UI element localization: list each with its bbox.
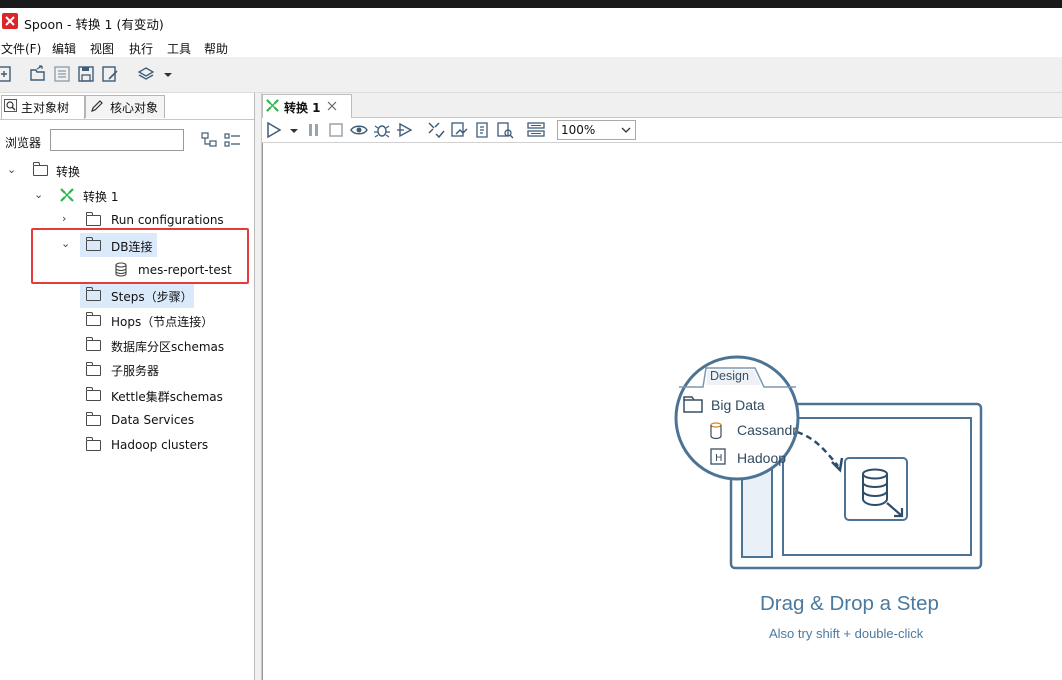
impact-icon[interactable] (450, 121, 468, 139)
folder-icon (85, 362, 101, 376)
folder-icon (85, 212, 101, 226)
preview-eye-icon[interactable] (350, 121, 368, 139)
tree-item-run-configurations[interactable]: Run configurations (111, 213, 224, 227)
illustration-big-data: Big Data (711, 397, 765, 413)
drag-drop-subtitle: Also try shift + double-click (769, 626, 924, 641)
tree-item-data-services[interactable]: Data Services (111, 413, 194, 427)
tab-main-tree-label: 主对象树 (21, 101, 70, 115)
illustration-hadoop-clip: Hadoop (737, 450, 789, 470)
chevron-down-icon[interactable]: ⌄ (34, 188, 43, 201)
search-input[interactable] (50, 129, 184, 151)
stop-icon[interactable] (328, 121, 344, 139)
run-options-chevron-icon[interactable] (288, 121, 300, 139)
main-toolbar (0, 57, 1062, 93)
save-as-icon[interactable] (101, 65, 119, 83)
illustration-hadoop: Hadoop (737, 450, 787, 466)
chevron-down-icon[interactable]: ⌄ (7, 163, 16, 176)
zoom-value: 100% (561, 123, 596, 137)
left-panel (0, 93, 255, 680)
chevron-down-icon (621, 124, 631, 136)
folder-icon (85, 437, 101, 451)
tree-item-partition-schemas[interactable]: 数据库分区schemas (111, 338, 224, 355)
debug-bug-icon[interactable] (373, 121, 391, 139)
menu-help[interactable]: 帮助 (204, 40, 228, 57)
browser-label: 浏览器 (5, 136, 42, 150)
pause-icon[interactable] (306, 121, 322, 139)
menu-view[interactable]: 视图 (90, 40, 114, 57)
folder-icon (85, 412, 101, 426)
run-icon[interactable] (265, 121, 283, 139)
replay-icon[interactable] (396, 121, 414, 139)
transformation-icon (265, 98, 280, 113)
spoon-app-icon (2, 13, 18, 29)
svg-text:H: H (715, 453, 723, 464)
collapse-all-icon[interactable] (201, 132, 217, 148)
explore-repository-icon[interactable] (53, 65, 71, 83)
sql-script-icon[interactable] (473, 121, 491, 139)
transformation-icon (59, 187, 75, 203)
window-title: Spoon - 转换 1 (有变动) (24, 17, 164, 32)
drag-drop-illustration: H (672, 355, 992, 580)
new-file-icon[interactable] (0, 65, 14, 83)
canvas-tab-label: 转换 1 (284, 101, 321, 115)
tab-core-objects-label: 核心对象 (110, 101, 159, 115)
menu-bar (0, 38, 1062, 58)
pencil-icon (90, 99, 104, 113)
save-icon[interactable] (77, 65, 95, 83)
explore-db-icon[interactable] (496, 121, 514, 139)
search-icon (4, 99, 17, 112)
open-icon[interactable] (29, 65, 47, 83)
menu-tools[interactable]: 工具 (167, 40, 191, 57)
folder-icon (85, 287, 101, 301)
tree-item-transformation-1[interactable]: 转换 1 (83, 188, 118, 205)
illustration-cassandra: Cassandr (737, 422, 797, 438)
chevron-down-icon[interactable] (162, 65, 180, 83)
tree-item-transformations[interactable]: 转换 (56, 163, 80, 180)
tree-item-kettle-cluster-schemas[interactable]: Kettle集群schemas (111, 388, 223, 405)
verify-icon[interactable] (427, 121, 445, 139)
folder-icon (85, 337, 101, 351)
menu-file[interactable]: 文件(F) (1, 40, 41, 57)
folder-icon (85, 312, 101, 326)
illustration-design-tab: Design (710, 369, 749, 383)
tree-item-hops[interactable]: Hops（节点连接） (111, 313, 213, 330)
panel-splitter[interactable] (255, 93, 262, 680)
show-results-icon[interactable] (527, 121, 545, 139)
chevron-right-icon[interactable]: › (62, 212, 66, 225)
tree-item-steps[interactable]: Steps（步骤） (111, 288, 193, 305)
folder-icon (32, 162, 48, 176)
layers-icon[interactable] (137, 65, 155, 83)
close-icon[interactable] (327, 100, 337, 111)
highlight-box (31, 228, 249, 284)
menu-run[interactable]: 执行 (129, 40, 153, 57)
top-edge (0, 0, 1062, 8)
tree-item-slave-servers[interactable]: 子服务器 (111, 362, 159, 379)
menu-edit[interactable]: 编辑 (52, 40, 76, 57)
tree-item-hadoop-clusters[interactable]: Hadoop clusters (111, 438, 208, 452)
drag-drop-title: Drag & Drop a Step (760, 592, 939, 615)
expand-list-icon[interactable] (224, 132, 242, 148)
canvas-tab-bar (262, 93, 1062, 118)
folder-icon (85, 387, 101, 401)
illustration-cassandra-clip: Cassandr (737, 422, 797, 442)
